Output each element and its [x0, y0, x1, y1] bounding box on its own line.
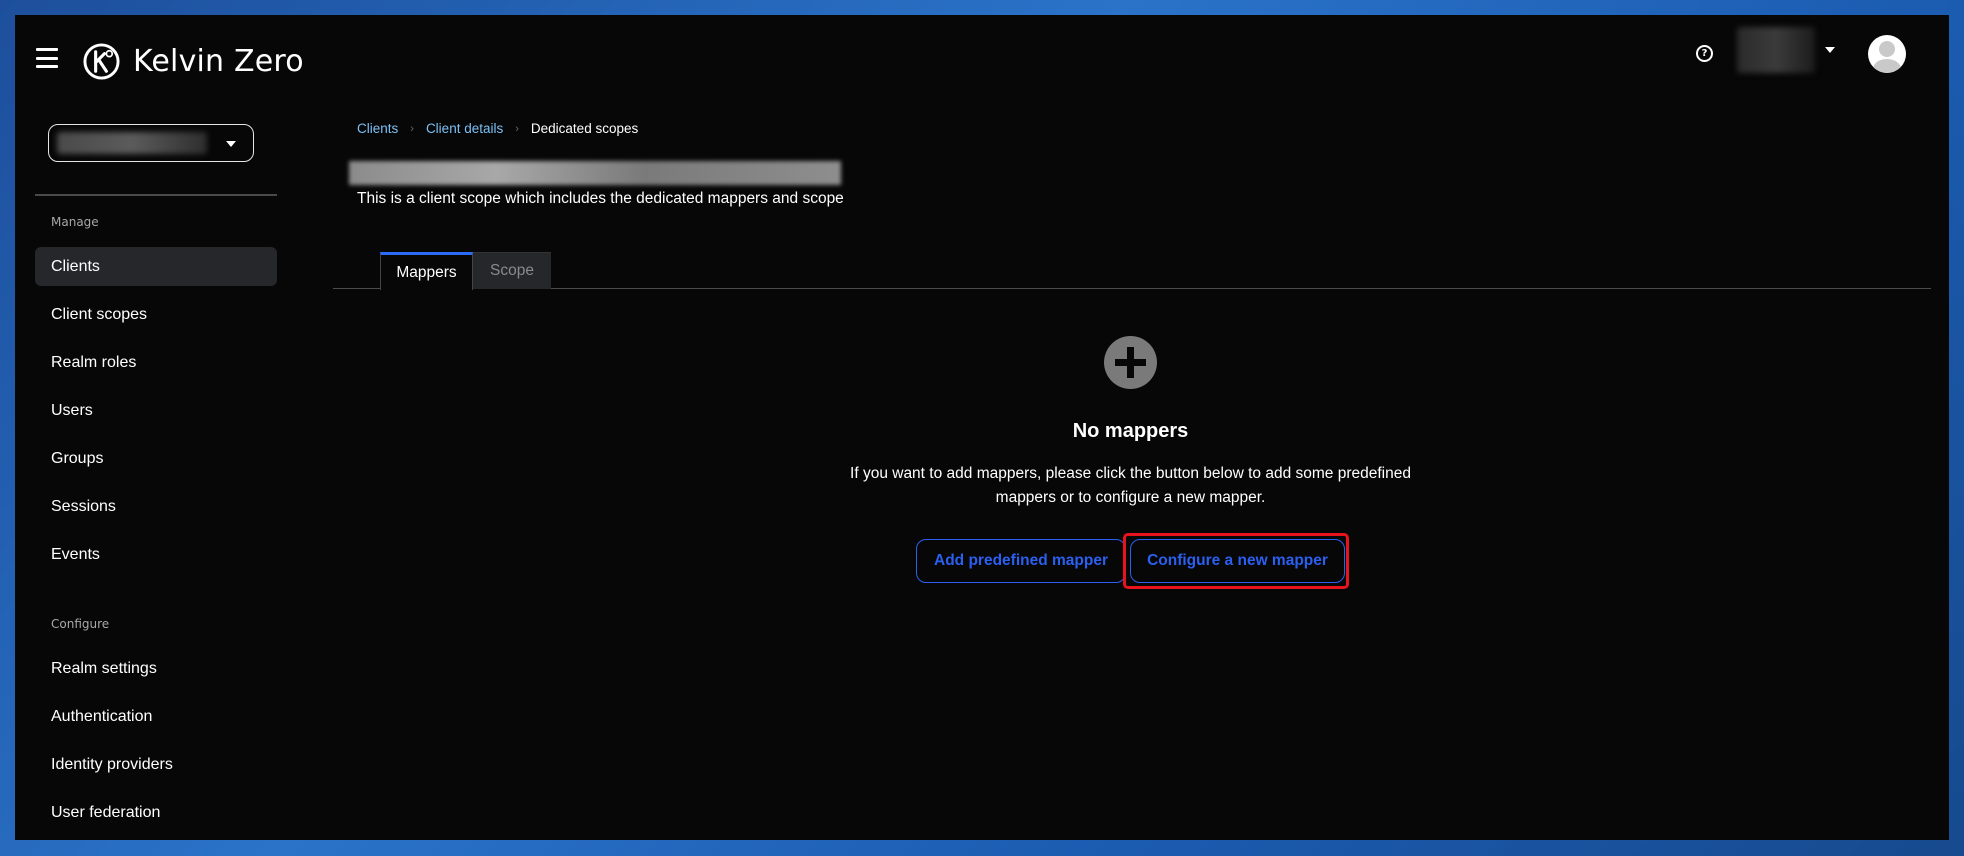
question-circle-icon[interactable]: ?	[1696, 45, 1713, 62]
sidebar-item-groups[interactable]: Groups	[35, 439, 277, 478]
brand-name: Kelvin Zero	[133, 44, 304, 79]
breadcrumb: Clients › Client details › Dedicated sco…	[357, 121, 638, 136]
sidebar-item-sessions[interactable]: Sessions	[35, 487, 277, 526]
sidebar-item-user-federation[interactable]: User federation	[35, 793, 277, 832]
breadcrumb-client-details[interactable]: Client details	[426, 121, 503, 136]
realm-selector[interactable]	[48, 124, 254, 162]
sidebar-item-users[interactable]: Users	[35, 391, 277, 430]
sidebar-item-client-scopes[interactable]: Client scopes	[35, 295, 277, 334]
tab-mappers[interactable]: Mappers	[380, 252, 473, 290]
highlight-box	[1123, 533, 1349, 589]
nav-section-configure: Configure	[51, 617, 110, 631]
plus-circle-icon	[1104, 336, 1157, 389]
user-avatar-icon[interactable]	[1868, 35, 1906, 73]
sidebar-item-authentication[interactable]: Authentication	[35, 697, 277, 736]
sidebar-item-events[interactable]: Events	[35, 535, 277, 574]
sidebar-item-identity-providers[interactable]: Identity providers	[35, 745, 277, 784]
tab-scope[interactable]: Scope	[473, 252, 551, 289]
hamburger-menu-icon[interactable]	[36, 48, 58, 68]
empty-state-title: No mappers	[1072, 420, 1189, 442]
caret-down-icon[interactable]	[1825, 47, 1835, 53]
kelvin-zero-logo	[83, 43, 120, 80]
breadcrumb-separator-icon: ›	[515, 122, 519, 135]
page-title-redacted	[349, 161, 841, 185]
realm-name-redacted	[57, 132, 207, 154]
user-menu-toggle[interactable]	[1737, 27, 1815, 73]
sidebar-item-clients[interactable]: Clients	[35, 247, 277, 286]
nav-section-manage: Manage	[51, 215, 99, 229]
breadcrumb-separator-icon: ›	[410, 122, 414, 135]
add-predefined-mapper-button[interactable]: Add predefined mapper	[916, 539, 1126, 583]
sidebar-item-realm-roles[interactable]: Realm roles	[35, 343, 277, 382]
sidebar-divider	[35, 194, 277, 196]
empty-state-body: If you want to add mappers, please click…	[850, 465, 1411, 506]
caret-down-icon	[226, 141, 236, 147]
breadcrumb-clients[interactable]: Clients	[357, 121, 398, 136]
breadcrumb-dedicated-scopes: Dedicated scopes	[530, 121, 639, 136]
sidebar-item-realm-settings[interactable]: Realm settings	[35, 649, 277, 688]
tab-bar: Mappers Scope	[333, 252, 1931, 290]
page-subtitle: This is a client scope which includes th…	[357, 190, 844, 207]
app-window: Kelvin Zero ? Manage Clients Client scop…	[15, 15, 1949, 840]
